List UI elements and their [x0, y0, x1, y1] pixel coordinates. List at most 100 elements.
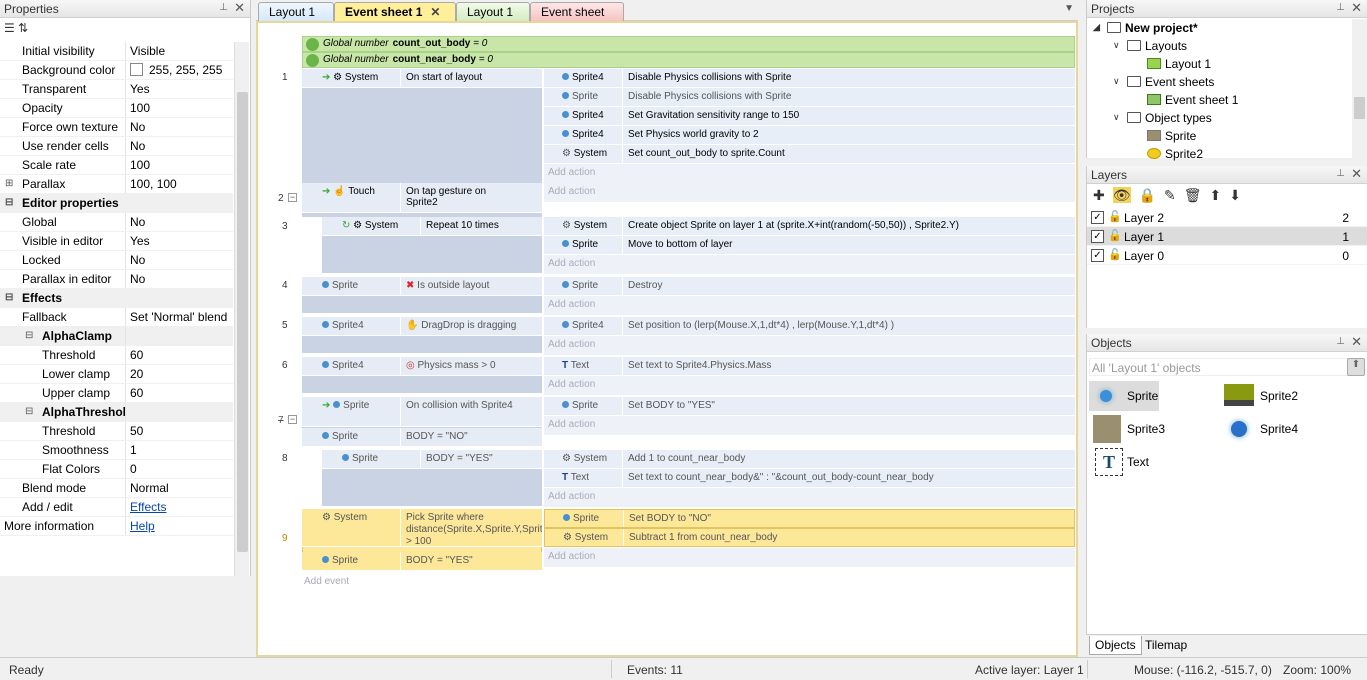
object-text[interactable]: T Text: [1089, 447, 1189, 477]
property-row[interactable]: Upper clamp 60: [0, 384, 233, 403]
property-value[interactable]: 100: [126, 99, 233, 117]
collapse-icon[interactable]: ⊟: [25, 406, 33, 417]
property-value[interactable]: 100, 100: [126, 175, 233, 193]
tab-event-sheet-1-active[interactable]: Event sheet 1 ✕: [334, 2, 456, 21]
property-row[interactable]: Opacity 100: [0, 99, 233, 118]
property-value[interactable]: 60: [126, 384, 233, 402]
property-value[interactable]: No: [126, 213, 233, 231]
pin-icon[interactable]: ⊥: [1336, 168, 1345, 179]
close-icon[interactable]: ✕: [234, 0, 245, 16]
property-row[interactable]: ⊞ Parallax 100, 100: [0, 175, 233, 194]
condition-repeat[interactable]: ↻ ⚙ System Repeat 10 times: [322, 217, 542, 236]
color-swatch[interactable]: [130, 63, 143, 76]
condition-is-outside-layout[interactable]: Sprite ✖ Is outside layout: [302, 277, 542, 296]
property-value[interactable]: No: [126, 137, 233, 155]
add-action-link[interactable]: Add action: [544, 416, 1075, 435]
property-row[interactable]: ⊟ Editor properties: [0, 194, 233, 213]
close-icon[interactable]: ✕: [1351, 334, 1362, 350]
collapse-icon[interactable]: ⊟: [5, 197, 13, 208]
action-row-disabled[interactable]: T Text Set text to Sprite4.Physics.Mass: [544, 357, 1075, 376]
layer-row[interactable]: ✓ 🔓 Layer 22: [1087, 208, 1367, 227]
property-row[interactable]: Transparent Yes: [0, 80, 233, 99]
action-row-disabled[interactable]: Sprite Disable Physics collisions with Sp…: [544, 88, 1075, 107]
add-action-link[interactable]: Add action: [544, 255, 1075, 274]
condition-on-tap-gesture[interactable]: ➔ ☝ Touch On tap gesture on Sprite2: [302, 183, 542, 213]
objects-filter[interactable]: All 'Layout 1' objects: [1089, 358, 1349, 376]
help-link[interactable]: Help: [130, 519, 155, 533]
property-value[interactable]: Visible: [126, 42, 233, 60]
condition-physics-mass[interactable]: Sprite4 ◎ Physics mass > 0: [302, 357, 542, 376]
add-action-link[interactable]: Add action: [544, 183, 1075, 202]
property-row[interactable]: Use render cells No: [0, 137, 233, 156]
add-action-link[interactable]: Add action: [544, 164, 1075, 183]
property-row[interactable]: Locked No: [0, 251, 233, 270]
expand-icon[interactable]: ⊞: [5, 178, 13, 189]
property-row[interactable]: Fallback Set 'Normal' blend: [0, 308, 233, 327]
tree-layout-1[interactable]: Layout 1: [1087, 55, 1353, 73]
property-value[interactable]: Yes: [126, 80, 233, 98]
property-row[interactable]: More information Help: [0, 517, 233, 536]
property-row[interactable]: Background color 255, 255, 255: [0, 61, 233, 80]
effects-link[interactable]: Effects: [130, 500, 166, 514]
property-value[interactable]: 60: [126, 346, 233, 364]
property-row[interactable]: Global No: [0, 213, 233, 232]
tab-objects[interactable]: Objects: [1089, 636, 1142, 655]
condition-on-start-of-layout[interactable]: ➔ ⚙ System On start of layout: [302, 69, 542, 88]
action-row-disabled[interactable]: ⚙ System Add 1 to count_near_body: [544, 450, 1075, 469]
eye-icon[interactable]: 👁: [1112, 187, 1131, 203]
projects-scrollbar[interactable]: [1352, 19, 1367, 158]
close-icon[interactable]: ✕: [1351, 166, 1362, 182]
property-value[interactable]: No: [126, 270, 233, 288]
property-row[interactable]: Threshold 60: [0, 346, 233, 365]
tree-event-sheet-1[interactable]: Event sheet 1: [1087, 91, 1353, 109]
categorize-icon[interactable]: ☰: [4, 21, 15, 35]
property-row[interactable]: Parallax in editor No: [0, 270, 233, 289]
property-value-cell[interactable]: 255, 255, 255: [126, 61, 233, 79]
global-var-count-out-body[interactable]: Global number count_out_body = 0: [302, 36, 1075, 52]
tree-sprite2[interactable]: Sprite2: [1087, 145, 1353, 163]
add-action-link[interactable]: Add action: [544, 376, 1075, 395]
visible-checkbox[interactable]: ✓: [1091, 211, 1104, 224]
lock-icon[interactable]: 🔓: [1108, 248, 1122, 261]
action-row[interactable]: Sprite4 Disable Physics collisions with S…: [544, 69, 1075, 88]
move-down-icon[interactable]: ⬇: [1229, 187, 1241, 203]
sort-az-icon[interactable]: ⇅: [18, 21, 28, 35]
action-row-disabled[interactable]: Sprite Set BODY to "YES": [544, 397, 1075, 416]
visible-checkbox[interactable]: ✓: [1091, 249, 1104, 262]
property-row[interactable]: Smoothness 1: [0, 441, 233, 460]
close-icon[interactable]: ✕: [1351, 0, 1362, 16]
condition-pick-sprite[interactable]: ⚙ System Pick Sprite where distance(Sprit…: [302, 509, 542, 547]
action-row[interactable]: Sprite Move to bottom of layer: [544, 236, 1075, 255]
layer-row-selected[interactable]: ✓ 🔓 Layer 11: [1087, 227, 1367, 246]
add-action-link[interactable]: Add action: [544, 296, 1075, 315]
up-folder-icon[interactable]: ⬆: [1347, 358, 1365, 376]
add-action-link[interactable]: Add action: [544, 488, 1075, 507]
condition-dragdrop[interactable]: Sprite4 ✋ DragDrop is dragging: [302, 317, 542, 336]
property-row[interactable]: Force own texture No: [0, 118, 233, 137]
tree-layouts[interactable]: ∨ Layouts: [1087, 37, 1353, 55]
condition-body-yes[interactable]: Sprite BODY = "YES": [302, 552, 542, 571]
property-value[interactable]: Normal: [126, 479, 233, 497]
tab-event-sheet-1-b[interactable]: Event sheet 1: [530, 2, 624, 33]
action-row[interactable]: Sprite4 Set Gravitation sensitivity range…: [544, 107, 1075, 126]
property-value-cell[interactable]: Effects: [126, 498, 233, 516]
action-row[interactable]: Sprite4 Set Physics world gravity to 2: [544, 126, 1075, 145]
layer-row[interactable]: ✓ 🔓 Layer 00: [1087, 246, 1367, 265]
property-row[interactable]: Scale rate 100: [0, 156, 233, 175]
property-value[interactable]: No: [126, 251, 233, 269]
action-row[interactable]: ⚙ System Create object Sprite on layer 1 …: [544, 217, 1075, 236]
action-row-disabled[interactable]: Sprite Destroy: [544, 277, 1075, 296]
collapse-icon[interactable]: ⊟: [5, 292, 13, 303]
add-action-link[interactable]: Add action: [544, 336, 1075, 355]
tab-tilemap[interactable]: Tilemap: [1140, 636, 1192, 655]
edit-icon[interactable]: ✎: [1164, 187, 1176, 203]
object-sprite4[interactable]: Sprite4: [1222, 414, 1322, 444]
action-row-selected[interactable]: ⚙ System Subtract 1 from count_near_body: [544, 528, 1075, 547]
add-layer-icon[interactable]: ✚: [1093, 187, 1105, 203]
property-value[interactable]: No: [126, 118, 233, 136]
property-row[interactable]: ⊟ Effects: [0, 289, 233, 308]
lock-icon[interactable]: 🔒: [1139, 187, 1156, 203]
object-sprite2[interactable]: Sprite2: [1222, 381, 1322, 411]
action-row-selected[interactable]: Sprite Set BODY to "NO": [544, 509, 1075, 528]
tree-event-sheets[interactable]: ∨ Event sheets: [1087, 73, 1353, 91]
